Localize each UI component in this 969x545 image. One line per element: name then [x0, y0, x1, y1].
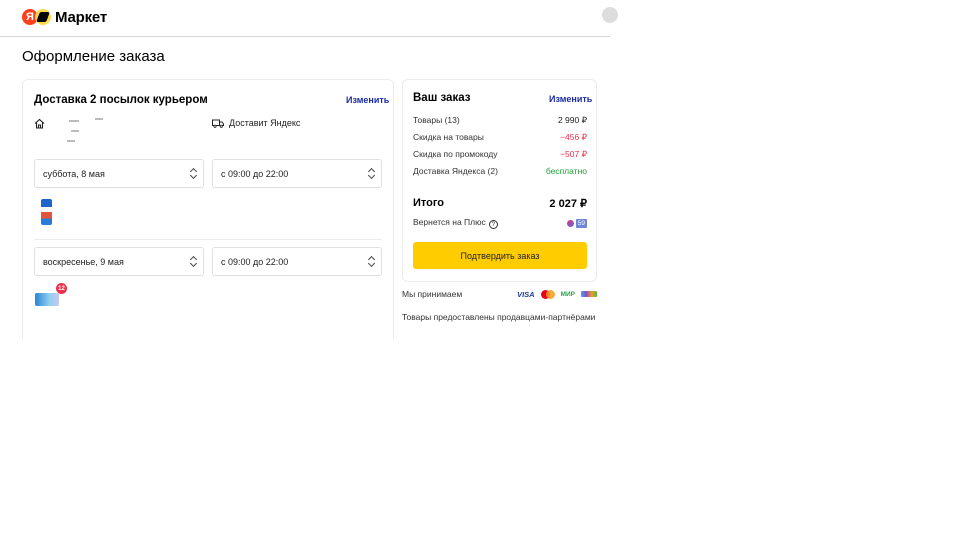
plus-badge: 59 [566, 218, 587, 228]
summary-total: Итого 2 027 ₽ [413, 197, 587, 210]
yandex-market-logo[interactable]: Я Маркет [22, 8, 107, 26]
summary-row-value: −507 ₽ [560, 149, 587, 159]
confirm-order-button[interactable]: Подтвердить заказ [413, 242, 587, 269]
select-arrows-icon [190, 169, 196, 179]
address-redacted [55, 118, 103, 142]
product-thumbnail[interactable] [35, 293, 59, 306]
delivery-time-value-1: с 09:00 до 22:00 [221, 168, 289, 179]
delivery-date-value-1: суббота, 8 мая [43, 168, 105, 179]
summary-row-label: Скидка на товары [413, 132, 484, 142]
order-summary-card: Ваш заказ Изменить Товары (13) 2 990 ₽ С… [402, 79, 597, 282]
logo-text: Маркет [55, 8, 107, 26]
mir-icon: МИР [560, 290, 575, 298]
delivery-date-select-1[interactable]: суббота, 8 мая [34, 159, 204, 188]
home-icon [34, 118, 45, 129]
summary-row-label: Доставка Яндекса (2) [413, 166, 498, 176]
sellers-note: Товары предоставлены продавцами-партнёра… [402, 312, 596, 322]
delivery-address [34, 118, 103, 142]
total-label: Итого [413, 197, 445, 209]
summary-row-item-discount: Скидка на товары −456 ₽ [413, 132, 587, 143]
select-arrows-icon [190, 257, 196, 267]
delivery-title: Доставка 2 посылок курьером [34, 94, 208, 106]
summary-edit-link[interactable]: Изменить [549, 94, 592, 104]
summary-row-items: Товары (13) 2 990 ₽ [413, 115, 587, 126]
summary-row-label: Товары (13) [413, 115, 460, 125]
item-count-badge: 12 [56, 283, 67, 294]
truck-icon [212, 119, 224, 128]
summary-row-value: 2 990 ₽ [557, 115, 587, 125]
payment-methods: Мы принимаем VISA МИР [402, 289, 597, 299]
product-thumbnail[interactable] [41, 199, 52, 225]
visa-icon: VISA [517, 289, 535, 299]
select-arrows-icon [368, 257, 374, 267]
page-title: Оформление заказа [22, 48, 165, 65]
payment-label: Мы принимаем [402, 289, 463, 299]
market-logo-icon [35, 9, 51, 25]
plus-icon [566, 219, 574, 227]
avatar[interactable] [602, 7, 618, 23]
total-value: 2 027 ₽ [549, 198, 587, 210]
summary-row-value: бесплатно [545, 166, 587, 176]
delivery-time-select-1[interactable]: с 09:00 до 22:00 [212, 159, 382, 188]
delivery-date-value-2: воскресенье, 9 мая [43, 256, 124, 267]
site-header: Я Маркет [0, 0, 618, 37]
summary-row-label: Скидка по промокоду [413, 149, 498, 159]
delivery-date-select-2[interactable]: воскресенье, 9 мая [34, 247, 204, 276]
delivery-time-select-2[interactable]: с 09:00 до 22:00 [212, 247, 382, 276]
summary-row-promo-discount: Скидка по промокоду −507 ₽ [413, 149, 587, 160]
summary-row-delivery: Доставка Яндекса (2) бесплатно [413, 166, 587, 176]
carrier-info: Доставит Яндекс [212, 118, 300, 128]
delivery-card: Доставка 2 посылок курьером Изменить Дос… [22, 79, 394, 339]
select-arrows-icon [368, 169, 374, 179]
help-icon[interactable]: ? [488, 220, 498, 229]
carrier-label: Доставит Яндекс [229, 118, 301, 128]
plus-value: 59 [575, 218, 587, 228]
plus-label: Вернется на Плюс [413, 217, 486, 227]
summary-row-value: −456 ₽ [560, 132, 587, 142]
summary-title: Ваш заказ [413, 92, 471, 104]
delivery-time-value-2: с 09:00 до 22:00 [221, 256, 289, 267]
plus-cashback-row: Вернется на Плюс? 59 [413, 217, 587, 229]
divider [34, 239, 382, 240]
delivery-edit-link[interactable]: Изменить [346, 95, 389, 105]
sbp-icon [581, 291, 597, 297]
mastercard-icon [540, 289, 555, 299]
